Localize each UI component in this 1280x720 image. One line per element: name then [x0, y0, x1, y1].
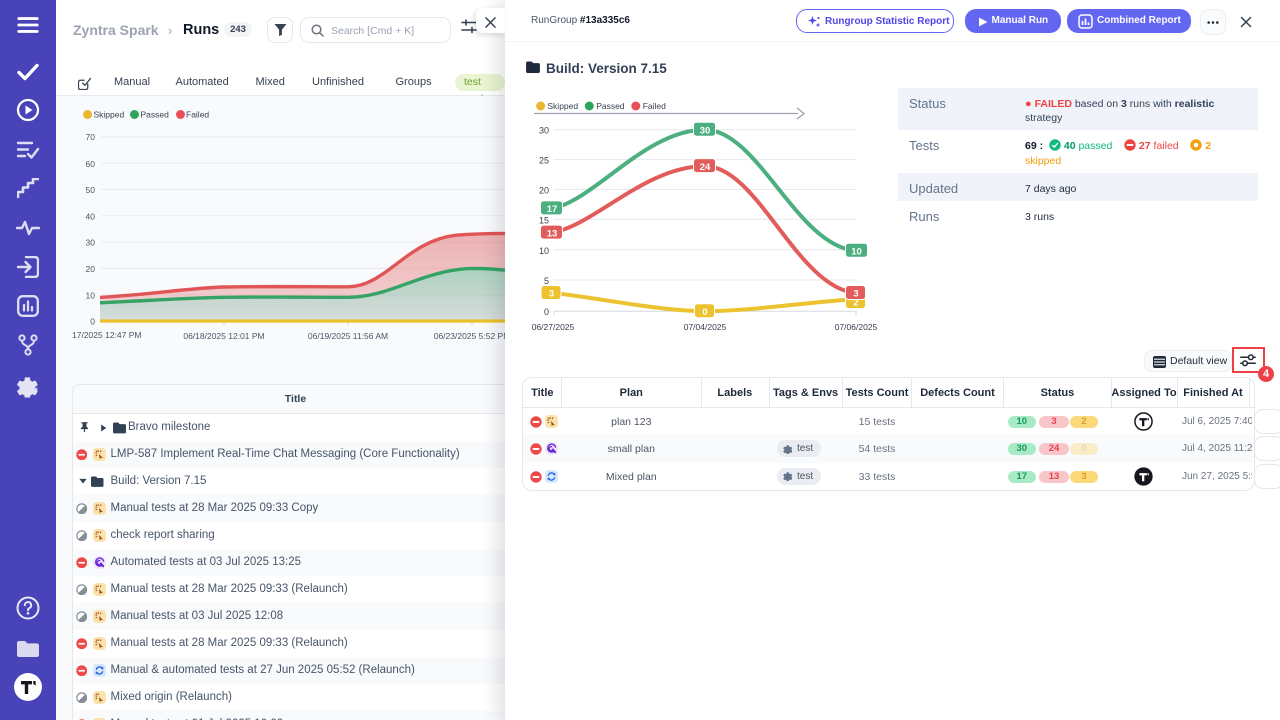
svg-text:0: 0 [544, 307, 549, 317]
svg-text:3: 3 [549, 289, 554, 300]
svg-text:Skipped: Skipped [547, 101, 578, 111]
svg-text:0: 0 [90, 317, 95, 327]
svg-text:20: 20 [539, 185, 549, 195]
svg-text:0: 0 [702, 307, 707, 318]
svg-text:60: 60 [86, 159, 96, 169]
svg-text:Failed: Failed [186, 110, 209, 120]
svg-text:30: 30 [700, 125, 711, 136]
svg-text:Failed: Failed [643, 101, 666, 111]
svg-text:40: 40 [86, 211, 96, 221]
svg-text:50: 50 [86, 185, 96, 195]
svg-text:06/19/2025 11:56 AM: 06/19/2025 11:56 AM [308, 331, 388, 341]
svg-text:06/18/2025 12:01 PM: 06/18/2025 12:01 PM [183, 331, 264, 341]
svg-text:25: 25 [539, 156, 549, 166]
svg-text:13: 13 [547, 228, 558, 239]
svg-text:10: 10 [851, 246, 862, 257]
svg-text:Skipped: Skipped [94, 110, 125, 120]
svg-text:17/2025 12:47 PM: 17/2025 12:47 PM [72, 330, 141, 340]
svg-text:15: 15 [539, 215, 549, 225]
svg-text:06/23/2025 5:52 PM: 06/23/2025 5:52 PM [434, 331, 505, 341]
svg-text:20: 20 [86, 264, 96, 274]
svg-text:07/06/2025: 07/06/2025 [835, 322, 878, 332]
svg-text:17: 17 [547, 204, 558, 215]
svg-text:10: 10 [86, 290, 96, 300]
svg-text:30: 30 [86, 238, 96, 248]
svg-text:30: 30 [539, 126, 549, 136]
svg-text:Passed: Passed [141, 110, 170, 120]
svg-text:70: 70 [86, 132, 96, 142]
svg-text:10: 10 [539, 246, 549, 256]
svg-text:24: 24 [700, 162, 711, 173]
svg-text:07/04/2025: 07/04/2025 [684, 322, 727, 332]
svg-text:06/27/2025: 06/27/2025 [532, 322, 575, 332]
svg-text:Passed: Passed [596, 101, 625, 111]
svg-text:5: 5 [544, 276, 549, 286]
svg-text:3: 3 [853, 289, 858, 300]
